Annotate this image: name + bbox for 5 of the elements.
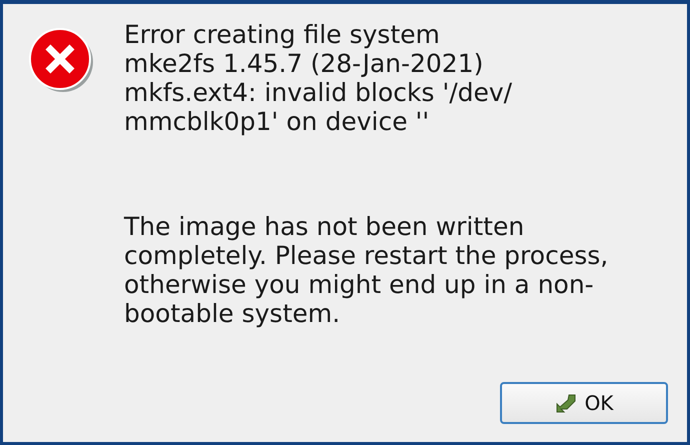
warning-text: The image has not been written completely. Please restart the process, otherwise you might end up in a non- bootable system. [124,212,608,328]
error-icon [28,27,94,93]
ok-button[interactable]: OK [500,382,668,424]
check-arrow-icon [554,393,577,413]
error-message: Error creating file system mke2fs 1.45.7 (28-Jan-2021) mkfs.ext4: invalid blocks '/dev/ mmcblk0p1' on device '' [124,20,514,136]
